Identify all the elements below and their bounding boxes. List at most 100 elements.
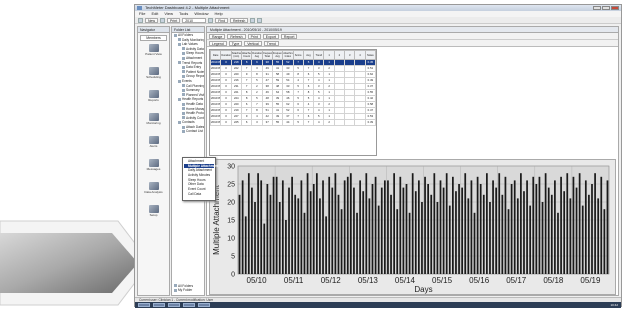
- chart-bar: [535, 184, 538, 274]
- tree-row-label: Trend Reports: [182, 60, 203, 65]
- nav-item[interactable]: Setup: [140, 205, 167, 225]
- table-header-cell[interactable]: Duration Avg: [251, 50, 263, 60]
- print-button[interactable]: Print: [167, 17, 181, 23]
- table-header-cell[interactable]: 2: [333, 50, 346, 60]
- chart-bar: [349, 173, 352, 274]
- taskbar-start-icon[interactable]: [138, 303, 150, 307]
- nav-item[interactable]: Monitoring: [140, 113, 167, 133]
- taskbar-app-icon[interactable]: [168, 303, 180, 307]
- nav-item-label: Data Analysis: [144, 190, 163, 194]
- tree-row-label: Data Entry: [186, 65, 202, 70]
- chart-bar: [526, 180, 528, 274]
- tree-footer-row[interactable]: My Folder: [172, 288, 204, 293]
- table-cell: 2010/05/17: [210, 101, 222, 108]
- chart-bar: [303, 212, 306, 274]
- chart-bar: [297, 198, 300, 274]
- chart-bar: [473, 212, 476, 274]
- new-button[interactable]: New: [145, 17, 159, 23]
- table-header-cell[interactable]: Attachment Index: [282, 50, 294, 60]
- print-icon[interactable]: [160, 17, 166, 23]
- chart-bar: [603, 209, 606, 274]
- taskbar-app-icon[interactable]: [153, 303, 165, 307]
- content-toolbar-button[interactable]: Range: [209, 33, 226, 39]
- tree-row-label: Health Reports: [182, 97, 204, 102]
- table-cell: 55: [271, 119, 284, 126]
- table-header-cell[interactable]: Frequency Total: [261, 50, 273, 60]
- presentation-slide: TechMeter Dashboard 4.2 - Multiple Attac…: [0, 0, 626, 309]
- chart-bar: [359, 180, 361, 274]
- x-tick-label: 05/12: [321, 276, 342, 285]
- chart-bar: [417, 180, 420, 274]
- chart-bar: [578, 173, 581, 274]
- chart-bar: [291, 176, 293, 274]
- table-header-cell[interactable]: Date: [210, 50, 222, 60]
- chart-option-button[interactable]: Trend: [263, 40, 279, 46]
- tree-footer-label: All Folders: [178, 283, 194, 288]
- taskbar: 10:42: [135, 302, 621, 308]
- table-header-cell[interactable]: Frequency Avg: [271, 50, 284, 60]
- table-header-cell[interactable]: Trend: [313, 50, 325, 60]
- table-header-cell[interactable]: Notes: [364, 50, 376, 60]
- taskbar-app-icon[interactable]: [183, 303, 195, 307]
- chart-bar: [263, 223, 266, 274]
- table-header-cell[interactable]: 1: [323, 50, 335, 60]
- folder-icon: [182, 111, 185, 115]
- maximize-icon[interactable]: [602, 6, 610, 10]
- nav-item-icon: [148, 136, 159, 144]
- table-header-cell[interactable]: Attached (min): [230, 50, 242, 60]
- x-tick-label: 05/11: [284, 276, 304, 285]
- content-toolbar-button[interactable]: Print: [247, 33, 261, 39]
- chart-bar: [281, 180, 284, 274]
- refresh-button[interactable]: Refresh: [230, 17, 249, 23]
- chart-bar: [541, 202, 544, 274]
- chart-bar: [591, 184, 593, 274]
- members-button[interactable]: Members: [140, 35, 167, 41]
- nav-item[interactable]: Scheduling: [140, 67, 167, 87]
- chart-bar: [285, 220, 287, 274]
- chart-option-button[interactable]: Legend: [209, 40, 227, 46]
- date-field[interactable]: 2010: [182, 17, 207, 23]
- chart-option-button[interactable]: Type: [228, 40, 243, 46]
- folder-icon: [182, 107, 185, 111]
- chart-bar: [356, 212, 358, 274]
- nav-item[interactable]: Patient View: [140, 44, 167, 64]
- nav-item-icon: [148, 113, 159, 121]
- calendar-icon[interactable]: [208, 17, 214, 23]
- chart-bar: [569, 198, 572, 274]
- chart-bar: [470, 180, 473, 274]
- chart-option-button[interactable]: Vertical: [244, 40, 262, 46]
- table-header-cell[interactable]: Avg: [302, 50, 315, 60]
- chart-bar: [445, 173, 448, 274]
- help-icon[interactable]: [257, 17, 263, 23]
- find-button[interactable]: Find: [215, 17, 229, 23]
- content-toolbar-button[interactable]: Export: [262, 33, 279, 39]
- settings-icon[interactable]: [250, 17, 256, 23]
- content-toolbar-button[interactable]: Refresh: [227, 33, 246, 39]
- context-menu-item[interactable]: Call Data: [184, 192, 214, 197]
- chart-bar: [402, 187, 405, 274]
- tree-row[interactable]: Contact List: [172, 129, 204, 134]
- chart-bar: [390, 194, 392, 274]
- chart-bar: [315, 173, 318, 274]
- nav-item[interactable]: Data Analysis: [140, 182, 167, 202]
- table-header-cell[interactable]: Duration: [220, 50, 232, 60]
- y-tick-label: 5: [231, 254, 235, 261]
- table-header-cell[interactable]: 3: [344, 50, 356, 60]
- table-header-cell[interactable]: Attached Count: [240, 50, 253, 60]
- folder-icon: [182, 88, 185, 92]
- table-header-cell[interactable]: Score: [292, 50, 304, 60]
- nav-item[interactable]: Alerts: [140, 136, 167, 156]
- table-cell: 225: [230, 119, 242, 126]
- taskbar-app-icon[interactable]: [198, 303, 210, 307]
- table-row[interactable]: 2010/05/200225633755445742 0.39: [210, 119, 376, 126]
- nav-item[interactable]: Reports: [140, 90, 167, 110]
- table-header-cell[interactable]: 4: [354, 50, 366, 60]
- content-toolbar-button[interactable]: Report: [280, 33, 298, 39]
- chart-bar: [244, 216, 247, 274]
- nav-item[interactable]: Messages: [140, 159, 167, 179]
- minimize-icon[interactable]: [593, 6, 601, 10]
- new-icon[interactable]: [138, 17, 143, 23]
- chart-bar: [510, 184, 513, 274]
- x-tick-label: 05/15: [432, 276, 453, 285]
- close-icon[interactable]: [611, 6, 619, 10]
